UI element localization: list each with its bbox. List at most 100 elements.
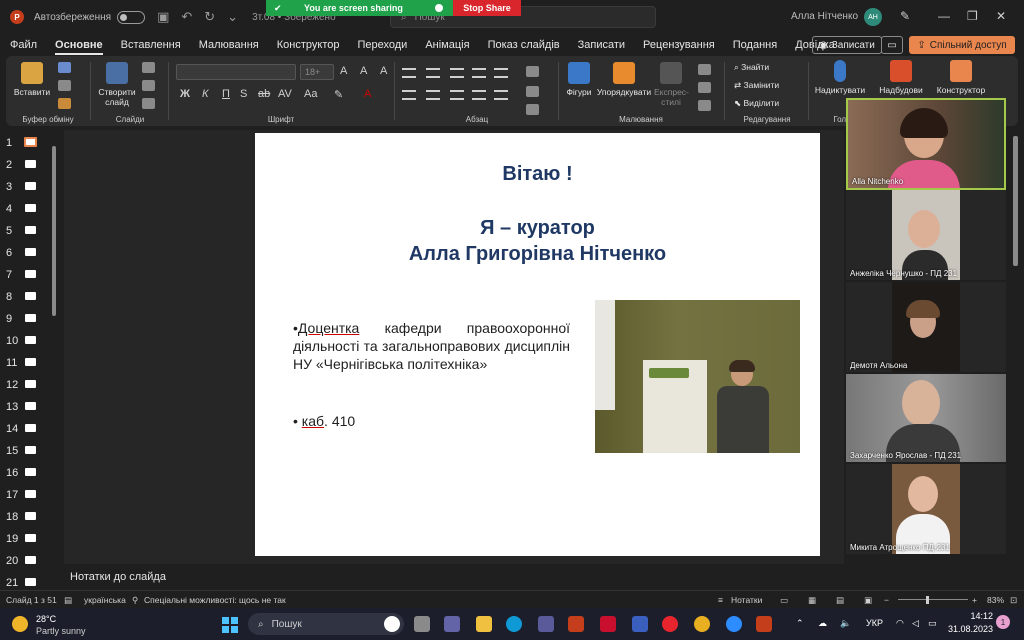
normal-view-icon[interactable]: ▭ xyxy=(780,595,788,606)
arrange-button[interactable]: Упорядкувати xyxy=(596,62,652,97)
onedrive-icon[interactable]: ☁ xyxy=(818,618,827,629)
participant-tile[interactable]: Alla Nitchenko xyxy=(846,98,1006,190)
slide-bullet-2[interactable]: • каб. 410 xyxy=(293,413,355,429)
slide-thumbnail[interactable]: 1 xyxy=(0,132,60,154)
align-left-icon[interactable] xyxy=(402,90,416,100)
spacing-button[interactable]: AV xyxy=(278,88,292,100)
user-name[interactable]: Алла Нітченко xyxy=(791,11,858,22)
shape-outline-icon[interactable] xyxy=(698,82,711,93)
shadow-button[interactable]: S xyxy=(240,88,247,100)
zoom-slider-thumb[interactable] xyxy=(926,596,929,604)
designer-button[interactable]: Конструктор xyxy=(932,60,990,95)
edge-icon[interactable] xyxy=(506,616,522,632)
find-button[interactable]: ⌕ Знайти xyxy=(734,62,769,73)
slide-thumbnail[interactable]: 19 xyxy=(0,528,60,550)
accessibility-status[interactable]: Спеціальні можливості: щось не так xyxy=(144,595,286,605)
increase-indent-icon[interactable] xyxy=(472,68,486,78)
italic-button[interactable]: К xyxy=(202,88,208,100)
add-ins-button[interactable]: Надбудови xyxy=(876,60,926,95)
slide-subtitle-line2[interactable]: Алла Григорівна Нітченко xyxy=(255,243,820,266)
file-explorer-icon[interactable] xyxy=(476,616,492,632)
grow-font-icon[interactable]: A xyxy=(340,65,347,77)
participant-tile[interactable]: Микита Атрощенко ПД-231 xyxy=(846,464,1006,554)
slide-thumbnail[interactable]: 12 xyxy=(0,374,60,396)
battery-icon[interactable]: ▭ xyxy=(928,618,937,629)
highlight-icon[interactable]: ✎ xyxy=(334,88,343,101)
app-icon[interactable] xyxy=(632,616,648,632)
pin-icon[interactable]: ✔ xyxy=(274,3,304,14)
dictate-button[interactable]: Надиктувати xyxy=(812,60,868,95)
zoom-level[interactable]: 83% xyxy=(987,595,1004,605)
shrink-font-icon[interactable]: A xyxy=(360,65,367,77)
restore-icon[interactable]: ❐ xyxy=(967,9,978,23)
notification-badge[interactable]: 1 xyxy=(996,615,1010,629)
slide-photo[interactable] xyxy=(595,300,800,453)
tab-slideshow[interactable]: Показ слайдів xyxy=(488,39,560,51)
tab-insert[interactable]: Вставлення xyxy=(121,39,181,51)
align-center-icon[interactable] xyxy=(426,90,440,100)
participant-tile[interactable]: Анжеліка Чернушко - ПД 231 xyxy=(846,190,1006,280)
participant-tile[interactable]: Захарченко Ярослав - ПД 231 xyxy=(846,374,1006,462)
stop-share-button[interactable]: Stop Share xyxy=(453,0,521,16)
pen-icon[interactable]: ✎ xyxy=(900,9,910,23)
section-icon[interactable] xyxy=(142,98,155,109)
smartart-icon[interactable] xyxy=(526,104,539,115)
align-text-icon[interactable] xyxy=(526,86,539,97)
spellcheck-icon[interactable]: ▤ xyxy=(64,595,72,606)
reset-icon[interactable] xyxy=(142,80,155,91)
powerpoint-taskbar-icon[interactable] xyxy=(568,616,584,632)
numbering-icon[interactable] xyxy=(426,68,440,78)
record-button[interactable]: ◉ Записати xyxy=(812,36,882,54)
slide-title[interactable]: Вітаю ! xyxy=(255,163,820,186)
slide-thumbnail[interactable]: 18 xyxy=(0,506,60,528)
tab-record[interactable]: Записати xyxy=(578,39,625,51)
columns-icon[interactable] xyxy=(494,90,508,100)
comments-button[interactable]: ▭ xyxy=(881,36,903,54)
tab-design[interactable]: Конструктор xyxy=(277,39,340,51)
minimize-icon[interactable]: — xyxy=(938,9,950,23)
slide-thumbnail[interactable]: 17 xyxy=(0,484,60,506)
opera-icon[interactable] xyxy=(662,616,678,632)
slide-thumbnail[interactable]: 14 xyxy=(0,418,60,440)
thumbnails-scrollbar[interactable] xyxy=(52,146,56,316)
justify-icon[interactable] xyxy=(472,90,486,100)
task-view-icon[interactable] xyxy=(414,616,430,632)
slide-bullet-1[interactable]: •Доцентка кафедри правоохоронної діяльно… xyxy=(293,319,570,373)
slide-thumbnail[interactable]: 8 xyxy=(0,286,60,308)
show-hidden-icons[interactable]: ⌃ xyxy=(796,618,804,629)
bold-button[interactable]: Ж xyxy=(180,88,190,100)
tab-view[interactable]: Подання xyxy=(733,39,777,51)
teams-icon[interactable] xyxy=(444,616,460,632)
shapes-button[interactable]: Фігури xyxy=(562,62,596,97)
slide[interactable]: Вітаю ! Я – куратор Алла Григорівна Нітч… xyxy=(255,133,820,556)
slide-thumbnail[interactable]: 16 xyxy=(0,462,60,484)
slide-thumbnail[interactable]: 9 xyxy=(0,308,60,330)
slideshow-icon[interactable]: ▣ xyxy=(864,595,872,606)
copy-icon[interactable] xyxy=(58,80,71,91)
font-family-select[interactable] xyxy=(176,64,296,80)
volume-icon[interactable]: ◁ xyxy=(912,618,919,629)
undo-icon[interactable]: ↶ xyxy=(181,9,192,25)
text-direction-icon[interactable] xyxy=(526,66,539,77)
store-icon[interactable] xyxy=(538,616,554,632)
strikethrough-button[interactable]: ab xyxy=(258,88,270,100)
save-icon[interactable]: ▣ xyxy=(157,9,169,25)
powerpoint-icon[interactable] xyxy=(756,616,772,632)
slide-thumbnail[interactable]: 11 xyxy=(0,352,60,374)
slide-thumbnail[interactable]: 6 xyxy=(0,242,60,264)
new-slide-button[interactable]: Створити слайд xyxy=(96,62,138,107)
bing-icon[interactable] xyxy=(384,616,400,632)
notes-button[interactable]: Нотатки xyxy=(731,595,762,605)
customize-icon[interactable]: ⌄ xyxy=(227,9,238,25)
layout-icon[interactable] xyxy=(142,62,155,73)
cut-icon[interactable] xyxy=(58,62,71,73)
tab-review[interactable]: Рецензування xyxy=(643,39,715,51)
slide-thumbnail[interactable]: 13 xyxy=(0,396,60,418)
slide-subtitle-line1[interactable]: Я – куратор xyxy=(255,217,820,240)
chrome-icon[interactable] xyxy=(694,616,710,632)
shape-effects-icon[interactable] xyxy=(698,100,711,111)
tab-file[interactable]: Файл xyxy=(10,39,37,51)
fit-slide-icon[interactable]: ⊡ xyxy=(1010,595,1017,606)
slide-thumbnail[interactable]: 15 xyxy=(0,440,60,462)
participants-scrollbar[interactable] xyxy=(1013,136,1018,266)
